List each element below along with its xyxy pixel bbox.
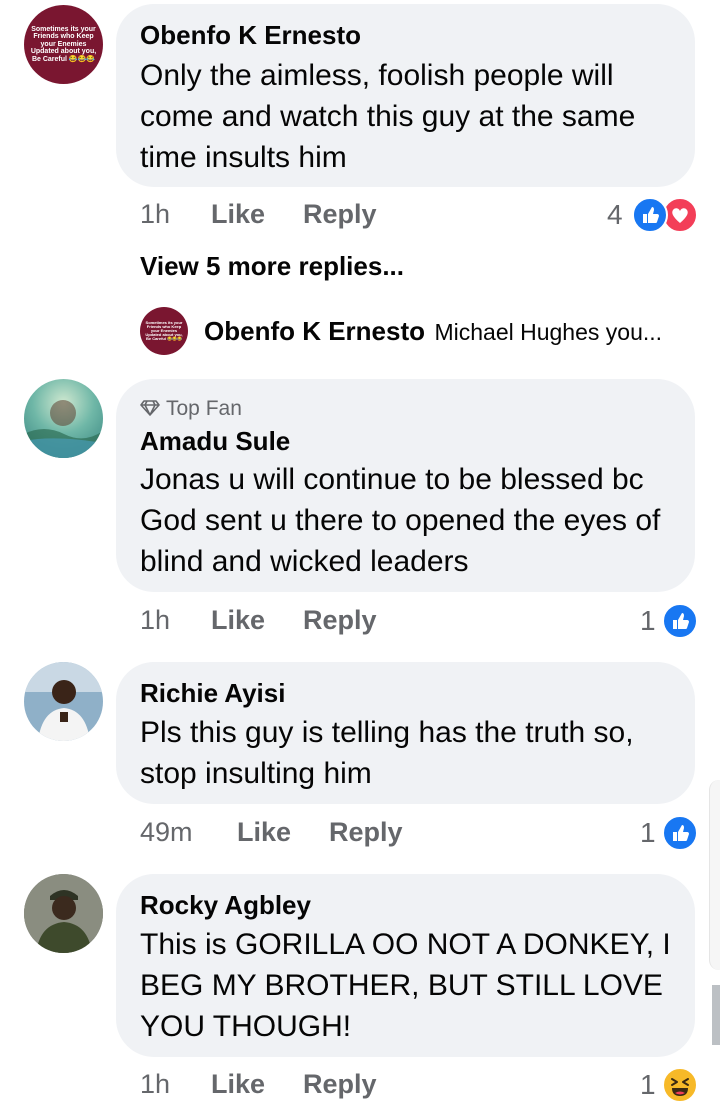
comment-bubble: Richie Ayisi Pls this guy is telling has… [116,662,695,804]
reaction-count[interactable]: 1 [640,817,656,849]
avatar[interactable]: Sometimes its your Friends who Keep your… [24,5,103,84]
like-button[interactable]: Like [237,817,291,848]
comment-time[interactable]: 1h [140,605,170,636]
like-icon [662,603,698,639]
avatar[interactable] [24,662,103,741]
like-button[interactable]: Like [211,199,265,230]
scroll-track[interactable] [709,780,720,970]
avatar[interactable] [24,379,103,458]
like-button[interactable]: Like [211,1069,265,1100]
comment-text: This is GORILLA OO NOT A DONKEY, I BEG M… [140,928,671,1043]
reply-snippet: Michael Hughes you... [434,319,663,345]
comment-time[interactable]: 1h [140,199,170,230]
comment-author[interactable]: Rocky Agbley [140,890,311,921]
like-icon [662,815,698,851]
comment-text: Only the aimless, foolish people will co… [140,59,636,174]
view-more-replies[interactable]: View 5 more replies... [140,251,404,282]
reply-author: Obenfo K Ernesto [204,316,426,346]
top-fan-badge: Top Fan [140,397,242,421]
reply-button[interactable]: Reply [303,605,377,636]
avatar-caption: Sometimes its your Friends who Keep your… [30,26,97,63]
like-button[interactable]: Like [211,605,265,636]
reply-avatar[interactable]: Sometimes its your Friends who Keep your… [140,307,188,355]
diamond-icon [140,400,160,416]
reaction-count[interactable]: 1 [640,1069,656,1101]
haha-icon [662,1067,698,1103]
comment-bubble: Rocky Agbley This is GORILLA OO NOT A DO… [116,874,695,1057]
comment-bubble: Obenfo K Ernesto Only the aimless, fooli… [116,4,695,187]
comment-bubble: Top Fan Amadu Sule Jonas u will continue… [116,379,695,592]
comment-time[interactable]: 1h [140,1069,170,1100]
reaction-count[interactable]: 1 [640,605,656,637]
comment-author[interactable]: Amadu Sule [140,426,290,457]
reaction-count[interactable]: 4 [607,199,623,231]
avatar-caption: Sometimes its your Friends who Keep your… [145,319,183,342]
comment-text: Pls this guy is telling has the truth so… [140,716,634,790]
comment-text: Jonas u will continue to be blessed bc G… [140,463,661,578]
badge-label: Top Fan [166,397,242,420]
comment-author[interactable]: Obenfo K Ernesto [140,20,361,51]
reply-button[interactable]: Reply [303,199,377,230]
avatar[interactable] [24,874,103,953]
reply-button[interactable]: Reply [303,1069,377,1100]
like-icon [632,197,668,233]
scroll-thumb[interactable] [712,985,720,1045]
reply-button[interactable]: Reply [329,817,403,848]
reply-preview[interactable]: Obenfo K Ernesto Michael Hughes you... [204,316,662,347]
comment-time[interactable]: 49m [140,817,193,848]
comment-author[interactable]: Richie Ayisi [140,678,285,709]
